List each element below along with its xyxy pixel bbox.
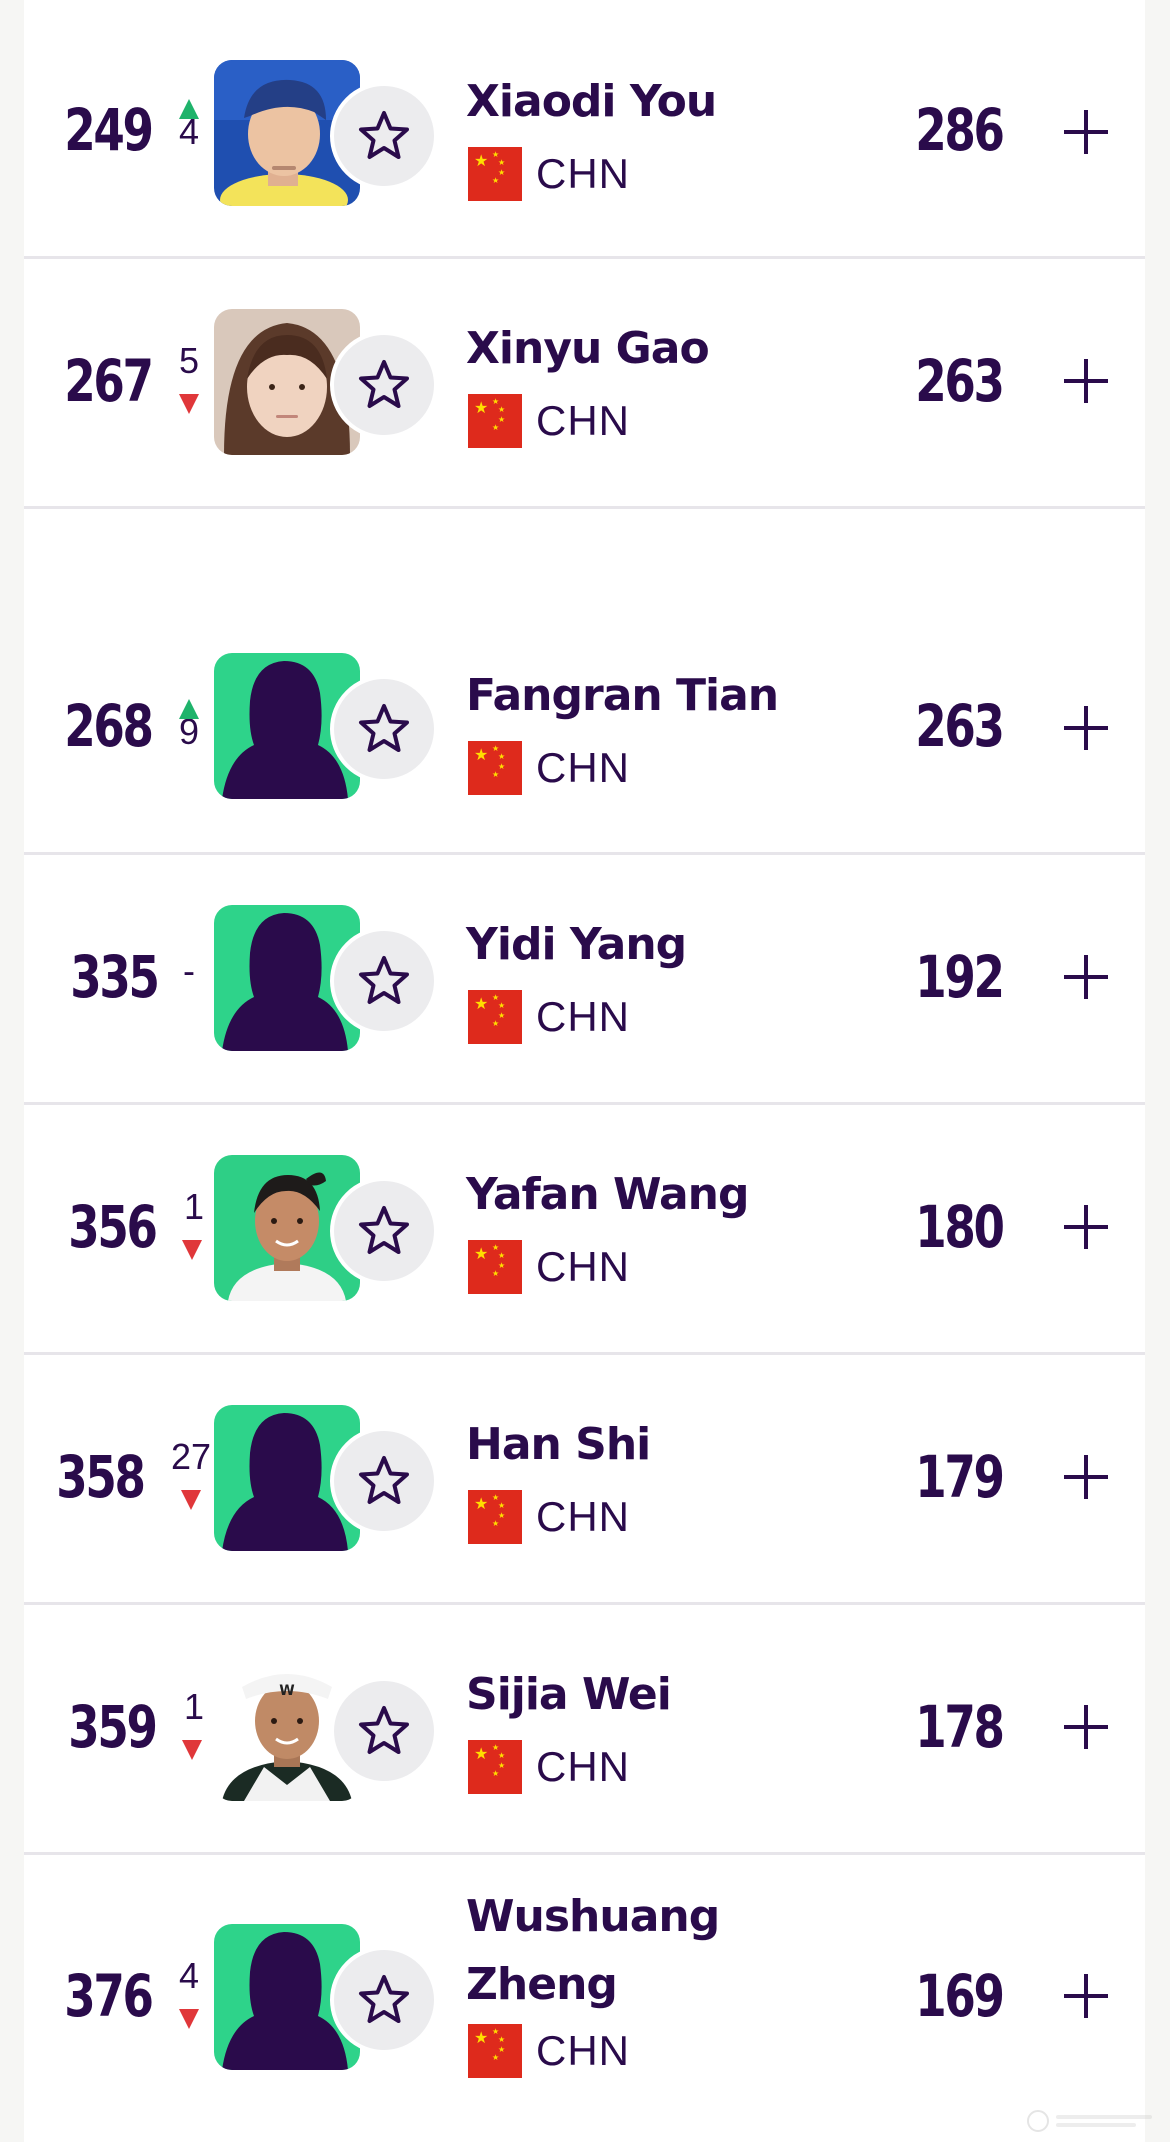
china-flag-icon: ★ ★ ★ ★ ★ xyxy=(468,1490,522,1544)
star-icon xyxy=(359,1975,409,2023)
player-name[interactable]: Yidi Yang xyxy=(466,913,796,977)
star-icon xyxy=(359,704,409,752)
player-country: ★ ★ ★ ★ ★ CHN xyxy=(468,989,630,1045)
player-row[interactable]: 376 4 Wushuang Zheng ★ ★ ★ ★ ★ CHN 169 xyxy=(24,1855,1145,2142)
star-icon xyxy=(359,360,409,408)
country-code: CHN xyxy=(536,2027,630,2074)
points-value: 178 xyxy=(915,1693,1005,1761)
plus-icon[interactable] xyxy=(1056,102,1116,162)
favorite-button[interactable] xyxy=(330,1177,438,1285)
player-country: ★ ★ ★ ★ ★ CHN xyxy=(468,740,630,796)
player-row[interactable]: 335 - Yidi Yang ★ ★ ★ ★ ★ CHN 192 xyxy=(24,855,1145,1105)
favorite-button[interactable] xyxy=(330,675,438,783)
player-row[interactable]: 358 27 Han Shi ★ ★ ★ ★ ★ CHN 179 xyxy=(24,1355,1145,1605)
china-flag-icon: ★ ★ ★ ★ ★ xyxy=(468,1740,522,1794)
country-code: CHN xyxy=(536,397,630,444)
points-value: 263 xyxy=(915,347,1005,415)
china-flag-icon: ★ ★ ★ ★ ★ xyxy=(468,2024,522,2078)
star-icon xyxy=(359,1456,409,1504)
points-value: 286 xyxy=(915,96,1005,164)
player-name[interactable]: Fangran Tian xyxy=(466,664,796,728)
points-value: 263 xyxy=(915,692,1005,760)
player-country: ★ ★ ★ ★ ★ CHN xyxy=(468,2023,630,2079)
favorite-button[interactable] xyxy=(330,82,438,190)
player-row[interactable]: 267 5 Xinyu Gao ★ ★ ★ ★ ★ CHN 263 xyxy=(24,259,1145,509)
star-icon xyxy=(359,111,409,159)
country-code: CHN xyxy=(536,1743,630,1790)
plus-icon[interactable] xyxy=(1056,1197,1116,1257)
player-row[interactable]: 268 9 Fangran Tian ★ ★ ★ ★ ★ CHN 263 xyxy=(24,509,1145,855)
player-row[interactable]: 359 1 W Sijia Wei ★ ★ ★ ★ ★ CHN 178 xyxy=(24,1605,1145,1855)
player-row[interactable]: 249 4 Xiaodi You ★ ★ ★ ★ ★ CHN 286 xyxy=(24,6,1145,259)
china-flag-icon: ★ ★ ★ ★ ★ xyxy=(468,394,522,448)
watermark-mark xyxy=(1027,2110,1152,2132)
player-name[interactable]: Han Shi xyxy=(466,1413,796,1477)
favorite-button[interactable] xyxy=(330,927,438,1035)
points-value: 169 xyxy=(915,1962,1005,2030)
china-flag-icon: ★ ★ ★ ★ ★ xyxy=(468,147,522,201)
points-value: 192 xyxy=(915,943,1005,1011)
country-code: CHN xyxy=(536,993,630,1040)
country-code: CHN xyxy=(536,150,630,197)
star-icon xyxy=(359,1206,409,1254)
player-country: ★ ★ ★ ★ ★ CHN xyxy=(468,146,630,202)
plus-icon[interactable] xyxy=(1056,698,1116,758)
country-code: CHN xyxy=(536,1243,630,1290)
player-name[interactable]: Sijia Wei xyxy=(466,1663,796,1727)
player-country: ★ ★ ★ ★ ★ CHN xyxy=(468,1489,630,1545)
favorite-button[interactable] xyxy=(330,1427,438,1535)
rank-number: 358 xyxy=(56,1443,146,1511)
star-icon xyxy=(359,1706,409,1754)
favorite-button[interactable] xyxy=(330,331,438,439)
player-name[interactable]: Xiaodi You xyxy=(466,70,796,134)
country-code: CHN xyxy=(536,1493,630,1540)
player-name[interactable]: Wushuang Zheng xyxy=(466,1883,726,2019)
player-row[interactable]: 356 1 Yafan Wang ★ ★ ★ ★ ★ CHN 180 xyxy=(24,1105,1145,1355)
china-flag-icon: ★ ★ ★ ★ ★ xyxy=(468,1240,522,1294)
plus-icon[interactable] xyxy=(1056,947,1116,1007)
rankings-list: 249 4 Xiaodi You ★ ★ ★ ★ ★ CHN 286 267 5… xyxy=(24,0,1145,2142)
points-value: 179 xyxy=(915,1443,1005,1511)
player-country: ★ ★ ★ ★ ★ CHN xyxy=(468,1739,630,1795)
favorite-button[interactable] xyxy=(330,1946,438,2054)
player-country: ★ ★ ★ ★ ★ CHN xyxy=(468,393,630,449)
star-icon xyxy=(359,956,409,1004)
svg-text:W: W xyxy=(279,1683,294,1699)
player-name[interactable]: Yafan Wang xyxy=(466,1163,796,1227)
china-flag-icon: ★ ★ ★ ★ ★ xyxy=(468,741,522,795)
player-name[interactable]: Xinyu Gao xyxy=(466,317,796,381)
plus-icon[interactable] xyxy=(1056,1966,1116,2026)
points-value: 180 xyxy=(915,1193,1005,1261)
plus-icon[interactable] xyxy=(1056,1697,1116,1757)
plus-icon[interactable] xyxy=(1056,1447,1116,1507)
country-code: CHN xyxy=(536,744,630,791)
plus-icon[interactable] xyxy=(1056,351,1116,411)
player-country: ★ ★ ★ ★ ★ CHN xyxy=(468,1239,630,1295)
china-flag-icon: ★ ★ ★ ★ ★ xyxy=(468,990,522,1044)
favorite-button[interactable] xyxy=(330,1677,438,1785)
